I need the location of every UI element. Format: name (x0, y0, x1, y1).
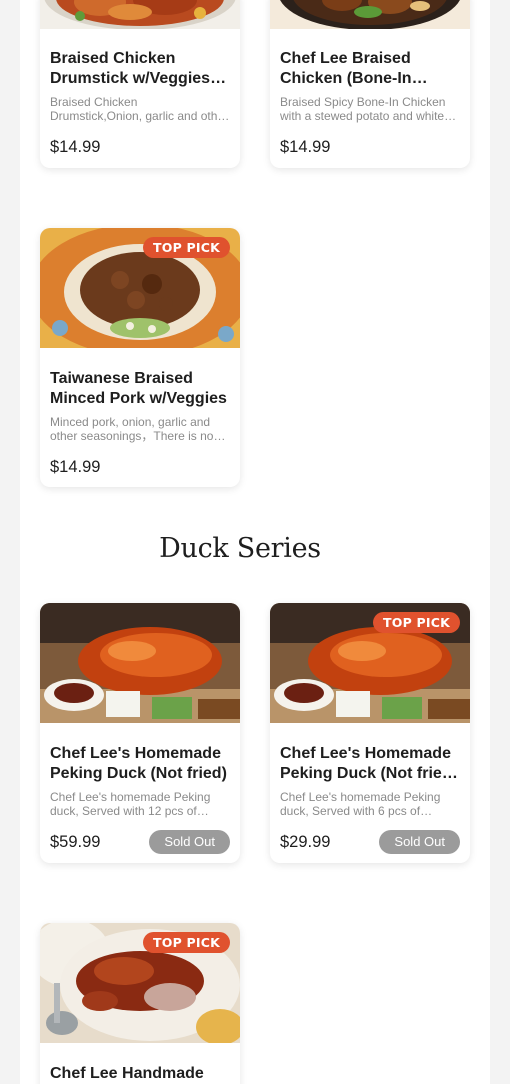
food-image (270, 0, 470, 29)
item-price: $29.99 (280, 832, 331, 851)
item-description: Chef Lee's homemade Peking duck, Served … (280, 790, 441, 818)
item-price: $59.99 (50, 832, 101, 851)
food-image: TOP PICK (40, 923, 240, 1043)
item-price: $14.99 (50, 457, 101, 476)
item-price: $14.99 (280, 137, 331, 156)
item-title: Chef Lee Handmade (50, 1065, 204, 1082)
food-image: TOP PICK (40, 228, 240, 348)
item-description: Chef Lee's homemade Peking duck, Served … (50, 790, 211, 818)
menu-item-card[interactable]: Chef Lee's Homemade Peking Duck (Not fri… (40, 603, 240, 863)
top-pick-badge: TOP PICK (373, 612, 460, 633)
sold-out-badge: Sold Out (379, 830, 460, 854)
item-description: Braised Spicy Bone-In Chicken with a ste… (280, 95, 446, 123)
menu-item-card[interactable]: TOP PICK Chef Lee's Homemade Peking Duck… (270, 603, 470, 863)
food-image (40, 603, 240, 723)
section-title: Duck Series (159, 533, 321, 564)
menu-item-card[interactable]: TOP PICK Taiwanese Braised Minced Pork w… (40, 228, 240, 487)
item-price: $14.99 (50, 137, 101, 156)
food-image (40, 0, 240, 29)
item-title: Chef Lee's Homemade Peking Duck (Not fri… (280, 745, 457, 782)
top-pick-badge: TOP PICK (143, 237, 230, 258)
sold-out-badge: Sold Out (149, 830, 230, 854)
item-description: Braised Chicken Drumstick,Onion, garlic … (50, 95, 229, 123)
menu-page: Braised Chicken Drumstick w/Veggies (Spi… (20, 0, 490, 1084)
item-title: Chef Lee Braised Chicken (Bone-In Spicy) (280, 50, 412, 87)
menu-item-card[interactable]: Braised Chicken Drumstick w/Veggies (Spi… (40, 0, 240, 168)
item-title: Taiwanese Braised Minced Pork w/Veggies (50, 370, 227, 407)
item-title: Braised Chicken Drumstick w/Veggies (Spi… (50, 50, 211, 87)
item-title: Chef Lee's Homemade Peking Duck (Not fri… (50, 745, 227, 782)
top-pick-badge: TOP PICK (143, 932, 230, 953)
item-description: Minced pork, onion, garlic and other sea… (50, 415, 214, 443)
food-image: TOP PICK (270, 603, 470, 723)
menu-item-card[interactable]: Chef Lee Braised Chicken (Bone-In Spicy)… (270, 0, 470, 168)
menu-item-card[interactable]: TOP PICK Chef Lee Handmade (40, 923, 240, 1084)
